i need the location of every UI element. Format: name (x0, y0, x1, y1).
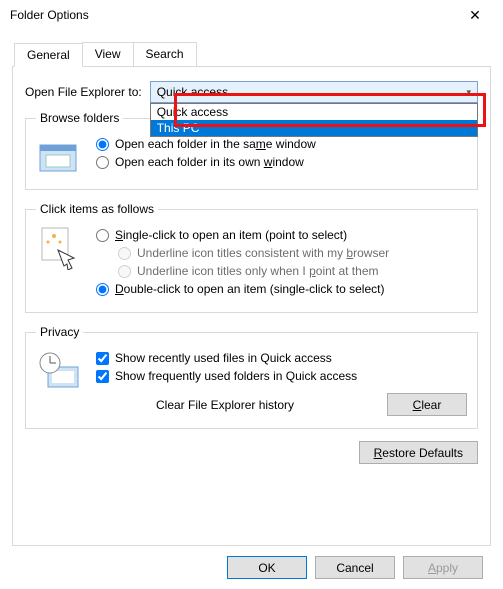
click-items-group: Click items as follows Single-click to o… (25, 202, 478, 313)
check-recent-files[interactable]: Show recently used files in Quick access (96, 351, 467, 365)
tab-search[interactable]: Search (133, 42, 197, 66)
open-explorer-label: Open File Explorer to: (25, 85, 142, 99)
browse-folders-legend: Browse folders (36, 111, 123, 125)
open-explorer-combo[interactable]: Quick access ▾ Quick access This PC (150, 81, 478, 103)
clear-history-label: Clear File Explorer history (156, 398, 294, 412)
privacy-group: Privacy Show recently used files in Quic… (25, 325, 478, 429)
radio-underline-browser: Underline icon titles consistent with my… (118, 246, 467, 260)
cursor-click-icon (36, 228, 84, 268)
tab-view[interactable]: View (82, 42, 134, 66)
apply-button[interactable]: Apply (403, 556, 483, 579)
folder-window-icon (36, 137, 84, 177)
radio-same-window[interactable]: Open each folder in the same window (96, 137, 467, 151)
ok-button[interactable]: OK (227, 556, 307, 579)
tab-general[interactable]: General (14, 43, 83, 67)
window-title: Folder Options (10, 8, 89, 22)
privacy-icon (36, 351, 84, 391)
clear-button[interactable]: Clear (387, 393, 467, 416)
dropdown-option-quick-access[interactable]: Quick access (151, 104, 477, 120)
privacy-legend: Privacy (36, 325, 83, 339)
close-icon[interactable]: ✕ (455, 7, 495, 24)
radio-double-click[interactable]: Double-click to open an item (single-cli… (96, 282, 467, 296)
check-frequent-folders[interactable]: Show frequently used folders in Quick ac… (96, 369, 467, 383)
cancel-button[interactable]: Cancel (315, 556, 395, 579)
radio-underline-point: Underline icon titles only when I point … (118, 264, 467, 278)
chevron-down-icon: ▾ (466, 87, 471, 98)
click-items-legend: Click items as follows (36, 202, 158, 216)
dropdown-option-this-pc[interactable]: This PC (151, 120, 477, 136)
combo-selected-value: Quick access (157, 85, 228, 99)
radio-own-window[interactable]: Open each folder in its own window (96, 155, 467, 169)
radio-single-click[interactable]: Single-click to open an item (point to s… (96, 228, 467, 242)
restore-defaults-button[interactable]: Restore Defaults (359, 441, 478, 464)
open-explorer-dropdown[interactable]: Quick access This PC (150, 103, 478, 137)
